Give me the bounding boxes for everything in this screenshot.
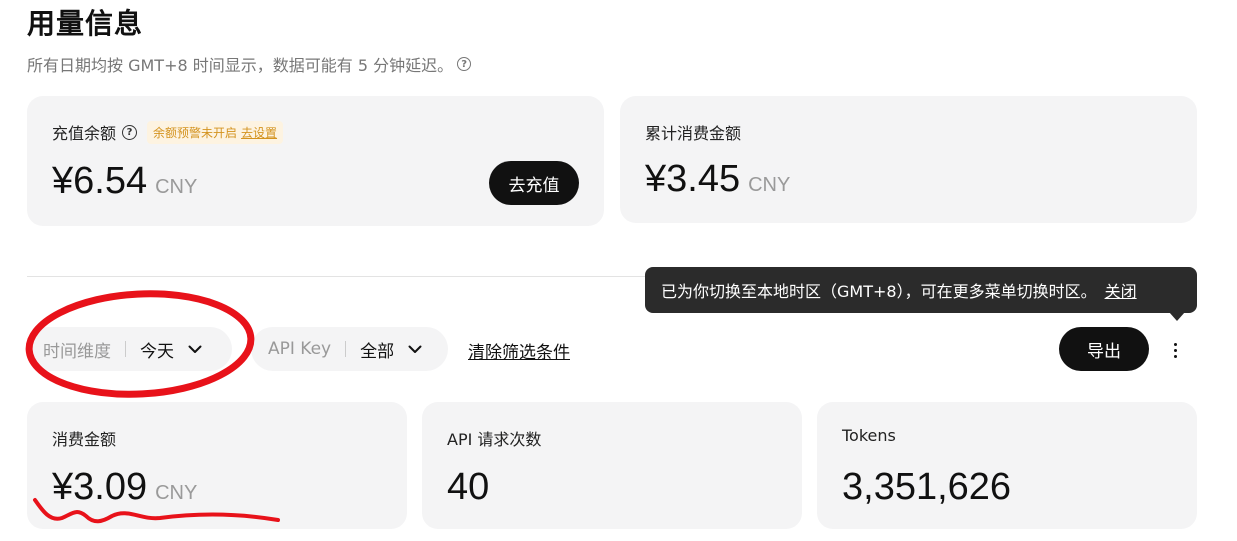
balance-label: 充值余额 [52, 124, 117, 143]
chevron-down-icon [408, 345, 422, 354]
dot [1173, 342, 1177, 346]
balance-currency: CNY [155, 176, 198, 198]
time-dimension-select[interactable]: 时间维度 今天 [27, 327, 232, 371]
balance-alert-badge: 余额预警未开启 去设置 [147, 120, 284, 144]
chevron-down-icon [188, 345, 202, 354]
help-icon[interactable]: ? [122, 124, 138, 140]
clear-filters-link[interactable]: 清除筛选条件 [468, 338, 570, 363]
api-key-label: API Key [268, 339, 332, 359]
tokens-card: Tokens 3,351,626 [817, 402, 1197, 529]
filter-separator [125, 341, 126, 357]
spend-label: 消费金额 [52, 430, 117, 449]
spend-card: 消费金额 ¥3.09 CNY [27, 402, 407, 529]
spend-amount-row: ¥3.09 CNY [52, 466, 197, 509]
tooltip-arrow [1169, 312, 1185, 321]
filter-separator [345, 341, 347, 357]
alert-settings-link[interactable]: 去设置 [241, 124, 277, 141]
recharge-button[interactable]: 去充值 [489, 161, 579, 205]
time-dimension-label: 时间维度 [43, 341, 111, 362]
subtitle-text: 所有日期均按 GMT+8 时间显示，数据可能有 5 分钟延迟。 [27, 56, 454, 75]
requests-label: API 请求次数 [447, 430, 542, 449]
balance-amount: ¥6.54 [52, 160, 148, 202]
spend-currency: CNY [155, 482, 198, 504]
balance-label-row: 充值余额 ? 余额预警未开启 去设置 [52, 120, 284, 144]
badge-text: 余额预警未开启 [153, 125, 238, 140]
requests-value: 40 [447, 466, 490, 508]
requests-card: API 请求次数 40 [422, 402, 802, 529]
spend-amount: ¥3.09 [52, 466, 148, 508]
total-spend-amount-row: ¥3.45 CNY [645, 158, 790, 201]
tokens-value: 3,351,626 [842, 466, 1012, 508]
page-subtitle: 所有日期均按 GMT+8 时间显示，数据可能有 5 分钟延迟。 ? [27, 52, 472, 76]
tokens-label: Tokens [842, 426, 896, 445]
total-spend-currency: CNY [748, 174, 791, 196]
page-title: 用量信息 [27, 7, 144, 40]
total-spend-card: 累计消费金额 ¥3.45 CNY [620, 96, 1197, 223]
tooltip-text: 已为你切换至本地时区（GMT+8），可在更多菜单切换时区。 [661, 282, 1097, 301]
api-key-value: 全部 [360, 341, 395, 362]
balance-card: 充值余额 ? 余额预警未开启 去设置 ¥6.54 CNY 去充值 [27, 96, 604, 226]
timezone-tooltip: 已为你切换至本地时区（GMT+8），可在更多菜单切换时区。 关闭 [645, 267, 1197, 313]
more-menu-icon[interactable] [1165, 336, 1185, 364]
total-spend-amount: ¥3.45 [645, 158, 741, 200]
dot [1173, 354, 1177, 358]
api-key-select[interactable]: API Key 全部 [251, 327, 448, 371]
time-dimension-value: 今天 [140, 341, 174, 362]
dot [1173, 348, 1177, 352]
tooltip-close-link[interactable]: 关闭 [1105, 278, 1137, 302]
total-spend-label: 累计消费金额 [645, 124, 742, 143]
balance-amount-row: ¥6.54 CNY [52, 160, 197, 203]
help-icon[interactable]: ? [457, 57, 472, 71]
export-button[interactable]: 导出 [1059, 327, 1149, 371]
